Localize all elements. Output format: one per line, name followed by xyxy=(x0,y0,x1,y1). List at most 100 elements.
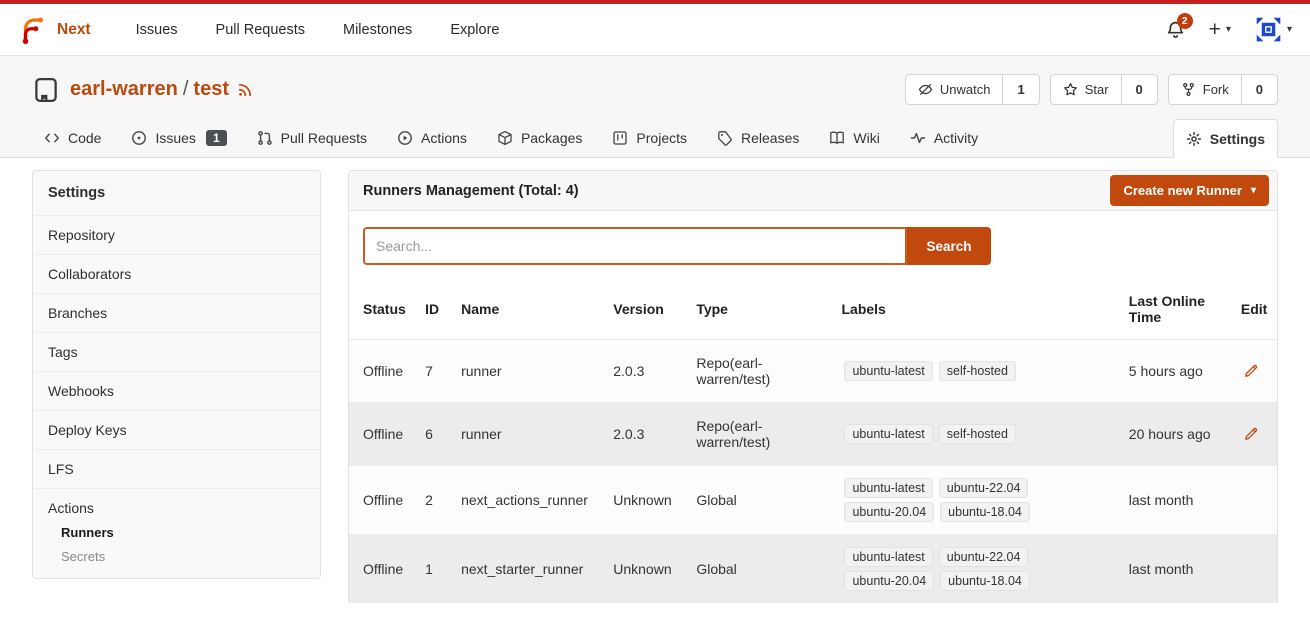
cell-status: Offline xyxy=(349,535,417,604)
col-last-online-time: Last Online Time xyxy=(1121,279,1233,340)
tab-packages[interactable]: Packages xyxy=(485,119,594,157)
user-menu-button[interactable]: ▾ xyxy=(1255,16,1292,43)
pulse-icon xyxy=(910,130,926,146)
sidebar-item-webhooks[interactable]: Webhooks xyxy=(33,371,320,410)
runners-panel-header: Runners Management (Total: 4) Create new… xyxy=(349,171,1277,211)
sidebar-group-actions: Actions Runners Secrets xyxy=(33,488,320,578)
watch-count[interactable]: 1 xyxy=(1002,75,1038,104)
runner-label-chip: self-hosted xyxy=(939,361,1016,381)
repo-tabs: Code Issues 1 Pull Requests xyxy=(32,119,1278,157)
nav-link-milestones[interactable]: Milestones xyxy=(343,22,412,38)
col-type: Type xyxy=(688,279,833,340)
runner-search-form: Search xyxy=(363,227,991,265)
tab-issues[interactable]: Issues 1 xyxy=(119,119,238,157)
sidebar-item-collaborators[interactable]: Collaborators xyxy=(33,254,320,293)
col-status: Status xyxy=(349,279,417,340)
notifications-button[interactable]: 2 xyxy=(1166,20,1185,39)
code-icon xyxy=(44,130,60,146)
book-icon xyxy=(829,130,845,146)
repo-owner-link[interactable]: earl-warren xyxy=(70,78,178,101)
cell-edit xyxy=(1233,466,1277,535)
settings-sidebar: Settings Repository Collaborators Branch… xyxy=(32,170,321,579)
runner-label-chip: ubuntu-latest xyxy=(844,361,932,381)
navbar: Next Issues Pull Requests Milestones Exp… xyxy=(0,4,1310,56)
create-new-runner-button[interactable]: Create new Runner ▾ xyxy=(1110,175,1269,206)
rss-feed-icon[interactable] xyxy=(237,81,254,98)
repo-actions: Unwatch 1 Star 0 xyxy=(905,74,1278,105)
table-row: Offline 2 next_actions_runner Unknown Gl… xyxy=(349,466,1277,535)
cell-edit xyxy=(1233,340,1277,403)
nav-link-issues[interactable]: Issues xyxy=(136,22,178,38)
tab-code[interactable]: Code xyxy=(32,119,113,157)
tab-activity[interactable]: Activity xyxy=(898,119,990,157)
tab-label: Settings xyxy=(1210,131,1265,147)
sidebar-item-lfs[interactable]: LFS xyxy=(33,449,320,488)
sidebar-item-repository[interactable]: Repository xyxy=(33,215,320,254)
tab-actions[interactable]: Actions xyxy=(385,119,479,157)
star-count[interactable]: 0 xyxy=(1121,75,1157,104)
star-label: Star xyxy=(1085,82,1109,97)
edit-runner-button[interactable] xyxy=(1241,361,1261,381)
cell-type: Repo(earl-warren/test) xyxy=(688,340,833,403)
nav-link-explore[interactable]: Explore xyxy=(450,22,499,38)
sidebar-item-actions[interactable]: Actions xyxy=(48,500,305,516)
col-edit: Edit xyxy=(1233,279,1277,340)
forgejo-logo-link[interactable]: Next xyxy=(18,15,91,45)
runner-label-chip: ubuntu-latest xyxy=(844,478,932,498)
repo-header: earl-warren / test Unwa xyxy=(0,56,1310,158)
cell-last-online: last month xyxy=(1121,466,1233,535)
notification-count-badge: 2 xyxy=(1177,13,1193,29)
cell-type: Global xyxy=(688,535,833,604)
tab-label: Issues xyxy=(155,130,195,146)
star-icon xyxy=(1063,82,1078,97)
pencil-icon xyxy=(1243,426,1259,442)
cell-status: Offline xyxy=(349,466,417,535)
cell-name: next_starter_runner xyxy=(453,535,605,604)
tab-settings[interactable]: Settings xyxy=(1173,119,1278,158)
repo-separator: / xyxy=(183,78,189,101)
cell-labels: ubuntu-latestubuntu-22.04ubuntu-20.04ubu… xyxy=(841,545,1049,593)
tab-projects[interactable]: Projects xyxy=(600,119,699,157)
sidebar-item-deploy-keys[interactable]: Deploy Keys xyxy=(33,410,320,449)
search-input[interactable] xyxy=(363,227,907,265)
project-board-icon xyxy=(612,130,628,146)
runners-table: Status ID Name Version Type Labels Last … xyxy=(349,279,1277,603)
panel-title: Runners Management (Total: 4) xyxy=(363,183,579,199)
tab-pull-requests[interactable]: Pull Requests xyxy=(245,119,379,157)
cell-name: runner xyxy=(453,340,605,403)
cell-name: next_actions_runner xyxy=(453,466,605,535)
fork-count[interactable]: 0 xyxy=(1241,75,1277,104)
runners-panel: Runners Management (Total: 4) Create new… xyxy=(348,170,1278,603)
sidebar-item-tags[interactable]: Tags xyxy=(33,332,320,371)
cell-labels-td: ubuntu-latestubuntu-22.04ubuntu-20.04ubu… xyxy=(833,535,1120,604)
unwatch-button[interactable]: Unwatch 1 xyxy=(905,74,1040,105)
table-header-row: Status ID Name Version Type Labels Last … xyxy=(349,279,1277,340)
tab-releases[interactable]: Releases xyxy=(705,119,811,157)
sidebar-item-secrets[interactable]: Secrets xyxy=(61,549,305,564)
fork-button[interactable]: Fork 0 xyxy=(1168,74,1278,105)
cell-labels: ubuntu-latest self-hosted xyxy=(841,359,1049,383)
cell-last-online: last month xyxy=(1121,535,1233,604)
nav-link-pull-requests[interactable]: Pull Requests xyxy=(216,22,305,38)
eye-off-icon xyxy=(918,82,933,97)
col-name: Name xyxy=(453,279,605,340)
cell-id: 1 xyxy=(417,535,453,604)
content: Settings Repository Collaborators Branch… xyxy=(0,158,1310,603)
cell-status: Offline xyxy=(349,340,417,403)
repo-name-link[interactable]: test xyxy=(193,78,229,101)
cell-status: Offline xyxy=(349,403,417,466)
create-menu-button[interactable]: + ▾ xyxy=(1209,19,1231,40)
edit-runner-button[interactable] xyxy=(1241,424,1261,444)
caret-down-icon: ▾ xyxy=(1226,24,1231,35)
cell-last-online: 5 hours ago xyxy=(1121,340,1233,403)
star-button[interactable]: Star 0 xyxy=(1050,74,1158,105)
sidebar-item-runners[interactable]: Runners xyxy=(61,525,305,540)
tab-wiki[interactable]: Wiki xyxy=(817,119,891,157)
tab-label: Activity xyxy=(934,130,978,146)
sidebar-item-branches[interactable]: Branches xyxy=(33,293,320,332)
cell-id: 7 xyxy=(417,340,453,403)
package-icon xyxy=(497,130,513,146)
search-button[interactable]: Search xyxy=(907,227,991,265)
cell-id: 2 xyxy=(417,466,453,535)
plus-icon: + xyxy=(1209,19,1221,40)
